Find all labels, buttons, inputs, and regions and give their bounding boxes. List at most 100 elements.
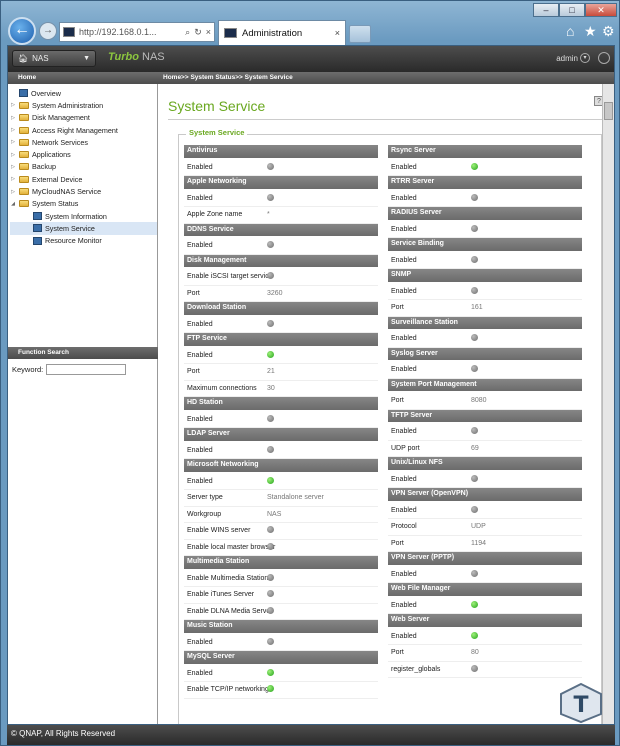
row-label: Enabled (391, 194, 417, 202)
back-button[interactable]: ← (8, 17, 36, 45)
sidebar-item-system-status[interactable]: ◢ System Status (10, 198, 157, 210)
expand-toggle-icon[interactable]: ▷ (10, 139, 16, 145)
expand-toggle-icon[interactable]: ▷ (10, 176, 16, 182)
section-header-mysql-server: MySQL Server (184, 651, 378, 664)
sidebar-item-system-service[interactable]: System Service (10, 222, 157, 235)
sidebar-item-backup[interactable]: ▷ Backup (10, 161, 157, 173)
expand-toggle-icon[interactable]: ▷ (10, 152, 16, 158)
service-row: Enabled (388, 284, 582, 300)
row-value: 8080 (471, 397, 487, 405)
stop-icon[interactable]: × (206, 27, 211, 37)
expand-toggle-icon[interactable]: ▷ (10, 189, 16, 195)
sidebar-item-overview[interactable]: Overview (10, 87, 157, 99)
sidebar-item-label: Resource Monitor (45, 236, 102, 246)
sidebar-item-disk-management[interactable]: ▷ Disk Management (10, 112, 157, 124)
sidebar-item-mycloudnas-service[interactable]: ▷ MyCloudNAS Service (10, 185, 157, 197)
row-label: Enabled (187, 415, 213, 423)
section-header-microsoft-networking: Microsoft Networking (184, 459, 378, 472)
status-off-icon (471, 569, 478, 577)
status-indicator (264, 526, 378, 535)
status-off-icon (471, 664, 478, 672)
vertical-scrollbar[interactable] (602, 84, 614, 724)
status-on-icon (267, 350, 274, 358)
status-indicator (264, 319, 378, 329)
section-header-service-binding: Service Binding (388, 238, 582, 251)
section-header-syslog-server: Syslog Server (388, 347, 582, 360)
nas-menu-button[interactable]: 🏠︎ NAS ▼ (12, 50, 96, 67)
service-row: Enable Multimedia Station (184, 571, 378, 587)
user-dropdown-icon[interactable]: ▾ (580, 53, 590, 63)
status-on-icon (267, 668, 274, 676)
sidebar-item-resource-monitor[interactable]: Resource Monitor (10, 235, 157, 247)
status-off-icon (267, 542, 274, 550)
service-row: Enable WINS server (184, 523, 378, 540)
row-label: Enabled (391, 256, 417, 264)
folder-icon (19, 188, 29, 196)
section-header-download-station: Download Station (184, 302, 378, 315)
row-label: Enable iTunes Server (187, 591, 255, 599)
sidebar-item-system-information[interactable]: System Information (10, 210, 157, 222)
sidebar-item-applications[interactable]: ▷ Applications (10, 148, 157, 160)
page-icon (33, 212, 42, 221)
section-header-radius-server: RADIUS Server (388, 207, 582, 220)
search-icon[interactable]: ⌕ (185, 27, 190, 38)
section-header-vpn-server-pptp: VPN Server (PPTP) (388, 552, 582, 565)
status-on-icon (267, 476, 274, 484)
keyword-input[interactable] (46, 364, 127, 375)
expand-toggle-icon[interactable]: ◢ (10, 201, 16, 207)
sidebar-item-label: System Service (45, 223, 95, 233)
row-label: Server type (187, 494, 223, 502)
minimize-button[interactable]: – (533, 3, 559, 17)
status-off-icon (471, 255, 478, 263)
row-label: Enabled (187, 242, 213, 250)
row-label: Port (391, 539, 404, 547)
status-indicator (468, 505, 582, 515)
tab-administration[interactable]: Administration × (218, 20, 346, 45)
username[interactable]: admin (556, 54, 578, 63)
status-indicator (468, 569, 582, 579)
sidebar-header-home: Home (18, 74, 37, 81)
service-row: Enable TCP/IP networking (184, 682, 378, 699)
close-window-button[interactable]: ✕ (585, 3, 617, 17)
section-header-ddns-service: DDNS Service (184, 223, 378, 236)
chevron-down-icon: ▼ (83, 55, 90, 62)
new-tab-button[interactable] (349, 25, 371, 43)
status-indicator (468, 631, 582, 641)
status-indicator (264, 606, 378, 616)
maximize-button[interactable]: □ (559, 3, 585, 17)
settings-gear-icon[interactable]: ⚙ (602, 23, 615, 40)
section-header-music-station: Music Station (184, 620, 378, 633)
row-label: Enable Multimedia Station (187, 574, 269, 582)
expand-toggle-icon[interactable]: ▷ (10, 115, 16, 121)
expand-toggle-icon[interactable]: ▷ (10, 164, 16, 170)
favorites-star-icon[interactable]: ★ (584, 23, 597, 40)
address-bar[interactable]: http://192.168.0.1... ⌕ ↻ × (59, 22, 215, 42)
nas-icon: 🏠︎ (18, 54, 29, 63)
reload-icon[interactable]: ↻ (194, 27, 202, 38)
tab-close-icon[interactable]: × (335, 28, 340, 38)
service-row: Enabled (388, 331, 582, 348)
forward-button[interactable]: → (39, 22, 57, 40)
row-label: Enabled (187, 194, 213, 202)
row-label: Enabled (391, 163, 417, 171)
service-row: Enabled (184, 443, 378, 459)
service-row: Enabled (184, 238, 378, 255)
language-globe-icon[interactable] (598, 52, 610, 64)
row-label: Port (391, 304, 404, 312)
function-search-header: Function Search (8, 347, 158, 359)
status-off-icon (471, 224, 478, 232)
status-indicator (468, 334, 582, 343)
sidebar-item-label: System Information (45, 211, 107, 221)
tab-title: Administration (242, 27, 303, 39)
service-row: Enable iTunes Server (184, 587, 378, 604)
expand-toggle-icon[interactable]: ▷ (10, 127, 16, 133)
scrollbar-thumb[interactable] (604, 102, 613, 120)
expand-toggle-icon[interactable]: ▷ (10, 102, 16, 108)
sidebar-item-label: System Administration (32, 100, 104, 110)
sidebar-item-access-right-management[interactable]: ▷ Access Right Management (10, 124, 157, 136)
sidebar-item-system-administration[interactable]: ▷ System Administration (10, 99, 157, 111)
sidebar-item-external-device[interactable]: ▷ External Device (10, 173, 157, 185)
home-icon[interactable]: ⌂ (566, 23, 574, 39)
sidebar-item-network-services[interactable]: ▷ Network Services (10, 136, 157, 148)
status-off-icon (471, 334, 478, 342)
